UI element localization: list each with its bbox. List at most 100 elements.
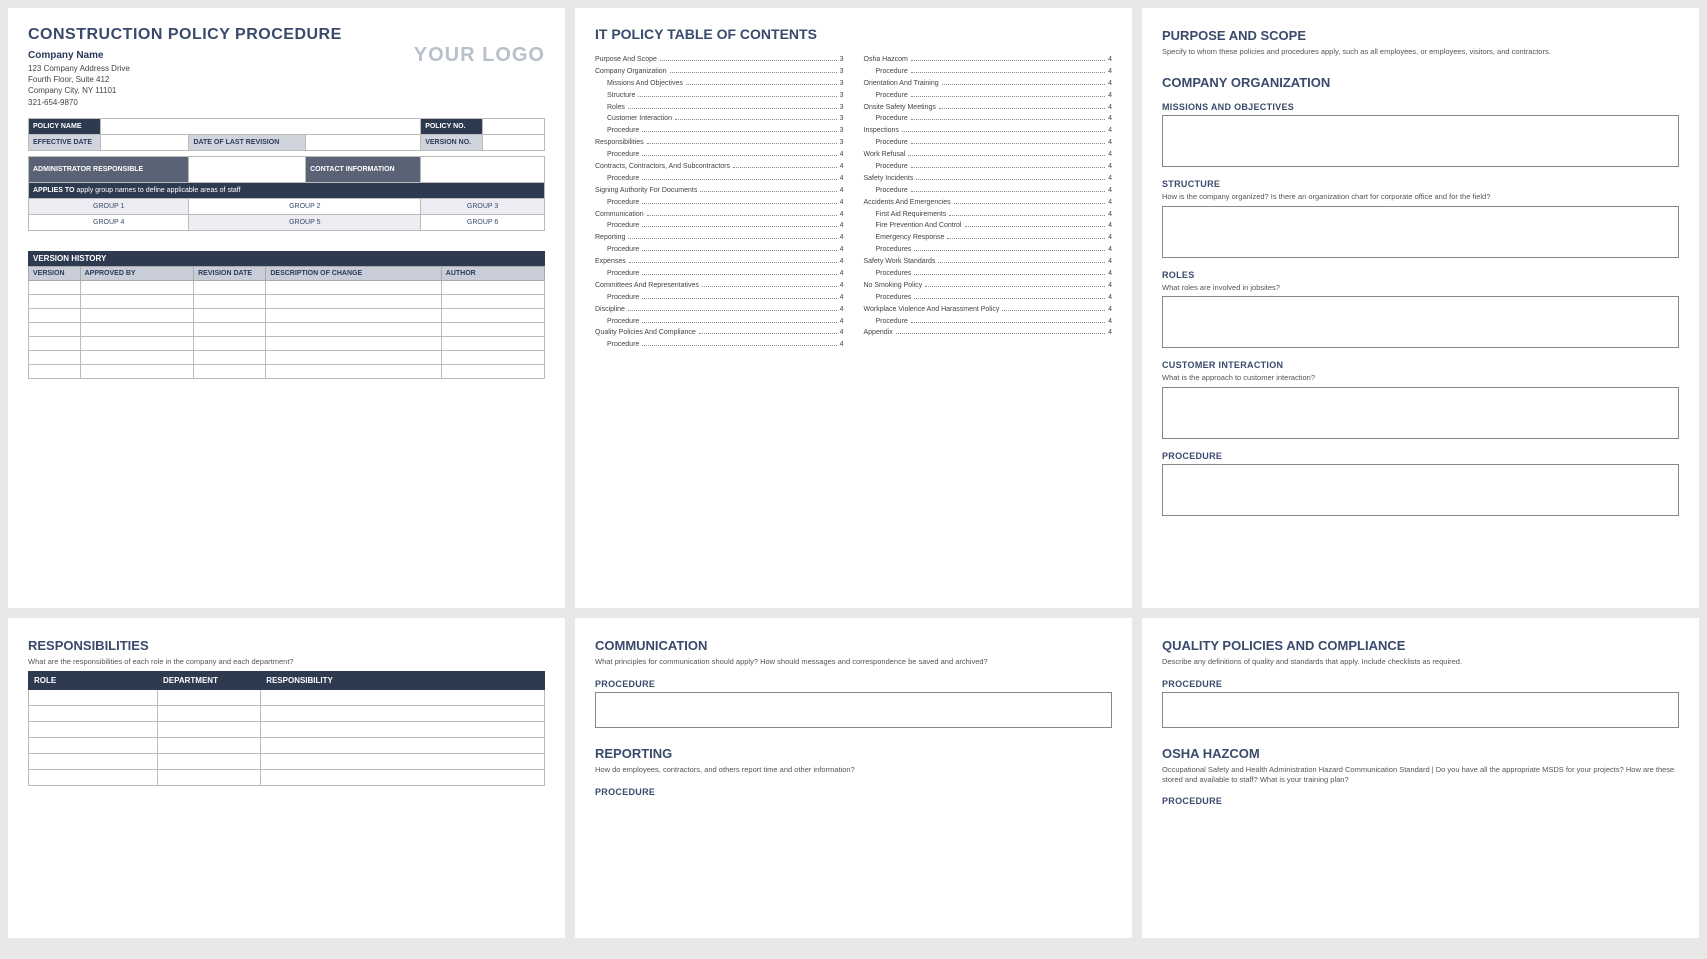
toc-entry[interactable]: Customer Interaction3 (595, 113, 844, 125)
toc-entry[interactable]: Accidents And Emergencies4 (864, 197, 1113, 209)
table-row[interactable] (29, 294, 545, 308)
group-2[interactable]: GROUP 2 (189, 198, 421, 214)
group-3[interactable]: GROUP 3 (421, 198, 545, 214)
field-last-revision[interactable] (306, 134, 421, 150)
page-1: CONSTRUCTION POLICY PROCEDURE Company Na… (8, 8, 565, 608)
field-contact[interactable] (421, 156, 545, 182)
doc-title: CONSTRUCTION POLICY PROCEDURE (28, 26, 342, 44)
toc-entry[interactable]: Procedure4 (864, 185, 1113, 197)
toc-entry[interactable]: Responsibilities3 (595, 137, 844, 149)
customer-heading: CUSTOMER INTERACTION (1162, 360, 1679, 370)
toc-entry[interactable]: Safety Incidents4 (864, 173, 1113, 185)
toc-entry[interactable]: Committees And Representatives4 (595, 280, 844, 292)
field-effective-date[interactable] (101, 134, 189, 150)
toc-entry[interactable]: Procedure4 (864, 161, 1113, 173)
toc-entry[interactable]: Procedure4 (595, 244, 844, 256)
vh-version: VERSION (29, 266, 81, 280)
missions-input[interactable] (1162, 115, 1679, 167)
toc-entry[interactable]: Inspections4 (864, 125, 1113, 137)
toc-entry[interactable]: Procedures4 (864, 268, 1113, 280)
table-row[interactable] (29, 737, 545, 753)
toc-entry[interactable]: Procedure4 (595, 197, 844, 209)
logo-placeholder: YOUR LOGO (414, 44, 545, 67)
label-policy-name: POLICY NAME (29, 118, 101, 134)
toc-entry[interactable]: Procedure4 (595, 149, 844, 161)
table-row[interactable] (29, 705, 545, 721)
toc-entry[interactable]: Fire Prevention And Control4 (864, 220, 1113, 232)
toc-column-1: Purpose And Scope3Company Organization3M… (595, 54, 844, 351)
toc-entry[interactable]: Procedure4 (595, 339, 844, 351)
comm-procedure-input[interactable] (595, 692, 1112, 728)
toc-entry[interactable]: Roles3 (595, 102, 844, 114)
table-row[interactable] (29, 308, 545, 322)
toc-entry[interactable]: Contracts, Contractors, And Subcontracto… (595, 161, 844, 173)
qp-procedure-input[interactable] (1162, 692, 1679, 728)
table-row[interactable] (29, 336, 545, 350)
toc-entry[interactable]: Procedure4 (864, 316, 1113, 328)
table-row[interactable] (29, 350, 545, 364)
toc-entry[interactable]: Procedure4 (864, 90, 1113, 102)
addr3: Company City, NY 11101 (28, 85, 342, 96)
vh-author: AUTHOR (441, 266, 544, 280)
procedure-heading-6b: PROCEDURE (1162, 796, 1679, 806)
missions-heading: MISSIONS AND OBJECTIVES (1162, 102, 1679, 112)
toc-entry[interactable]: Communication4 (595, 209, 844, 221)
field-policy-name[interactable] (101, 118, 421, 134)
vh-approved: APPROVED BY (80, 266, 194, 280)
toc-entry[interactable]: Workplace Violence And Harassment Policy… (864, 304, 1113, 316)
roles-input[interactable] (1162, 296, 1679, 348)
responsibilities-table: ROLE DEPARTMENT RESPONSIBILITY (28, 671, 545, 786)
procedure-input[interactable] (1162, 464, 1679, 516)
toc-entry[interactable]: Procedure4 (595, 292, 844, 304)
toc-entry[interactable]: Company Organization3 (595, 66, 844, 78)
toc-entry[interactable]: Procedure4 (595, 316, 844, 328)
toc-entry[interactable]: Procedure4 (595, 220, 844, 232)
group-1[interactable]: GROUP 1 (29, 198, 189, 214)
toc-entry[interactable]: Orientation And Training4 (864, 78, 1113, 90)
toc-entry[interactable]: Appendix4 (864, 327, 1113, 339)
table-row[interactable] (29, 769, 545, 785)
toc-entry[interactable]: Purpose And Scope3 (595, 54, 844, 66)
table-row[interactable] (29, 280, 545, 294)
field-policy-no[interactable] (483, 118, 545, 134)
toc-entry[interactable]: Structure3 (595, 90, 844, 102)
group-5[interactable]: GROUP 5 (189, 214, 421, 230)
toc-entry[interactable]: Emergency Response4 (864, 232, 1113, 244)
report-desc: How do employees, contractors, and other… (595, 765, 1112, 775)
table-row[interactable] (29, 322, 545, 336)
label-policy-no: POLICY NO. (421, 118, 483, 134)
table-row[interactable] (29, 689, 545, 705)
toc-entry[interactable]: Procedure4 (864, 113, 1113, 125)
table-row[interactable] (29, 753, 545, 769)
qp-desc: Describe any definitions of quality and … (1162, 657, 1679, 667)
toc-entry[interactable]: Osha Hazcom4 (864, 54, 1113, 66)
toc-entry[interactable]: Reporting4 (595, 232, 844, 244)
toc-entry[interactable]: Onsite Safety Meetings4 (864, 102, 1113, 114)
toc-entry[interactable]: Missions And Objectives3 (595, 78, 844, 90)
toc-entry[interactable]: Work Refusal4 (864, 149, 1113, 161)
toc-entry[interactable]: Procedure3 (595, 125, 844, 137)
toc-entry[interactable]: Procedures4 (864, 244, 1113, 256)
group-6[interactable]: GROUP 6 (421, 214, 545, 230)
structure-input[interactable] (1162, 206, 1679, 258)
toc-entry[interactable]: First Aid Requirements4 (864, 209, 1113, 221)
toc-entry[interactable]: Signing Authority For Documents4 (595, 185, 844, 197)
table-row[interactable] (29, 721, 545, 737)
field-admin[interactable] (189, 156, 306, 182)
toc-entry[interactable]: Procedure4 (595, 173, 844, 185)
phone: 321-654-9870 (28, 97, 342, 108)
group-4[interactable]: GROUP 4 (29, 214, 189, 230)
toc-entry[interactable]: Discipline4 (595, 304, 844, 316)
toc-entry[interactable]: Quality Policies And Compliance4 (595, 327, 844, 339)
toc-entry[interactable]: Procedure4 (595, 268, 844, 280)
toc-entry[interactable]: Procedures4 (864, 292, 1113, 304)
toc-entry[interactable]: Procedure4 (864, 66, 1113, 78)
field-version-no[interactable] (483, 134, 545, 150)
toc-entry[interactable]: Expenses4 (595, 256, 844, 268)
version-history-bar: VERSION HISTORY (28, 251, 545, 266)
table-row[interactable] (29, 364, 545, 378)
toc-entry[interactable]: Procedure4 (864, 137, 1113, 149)
toc-entry[interactable]: No Smoking Policy4 (864, 280, 1113, 292)
toc-entry[interactable]: Safety Work Standards4 (864, 256, 1113, 268)
customer-input[interactable] (1162, 387, 1679, 439)
